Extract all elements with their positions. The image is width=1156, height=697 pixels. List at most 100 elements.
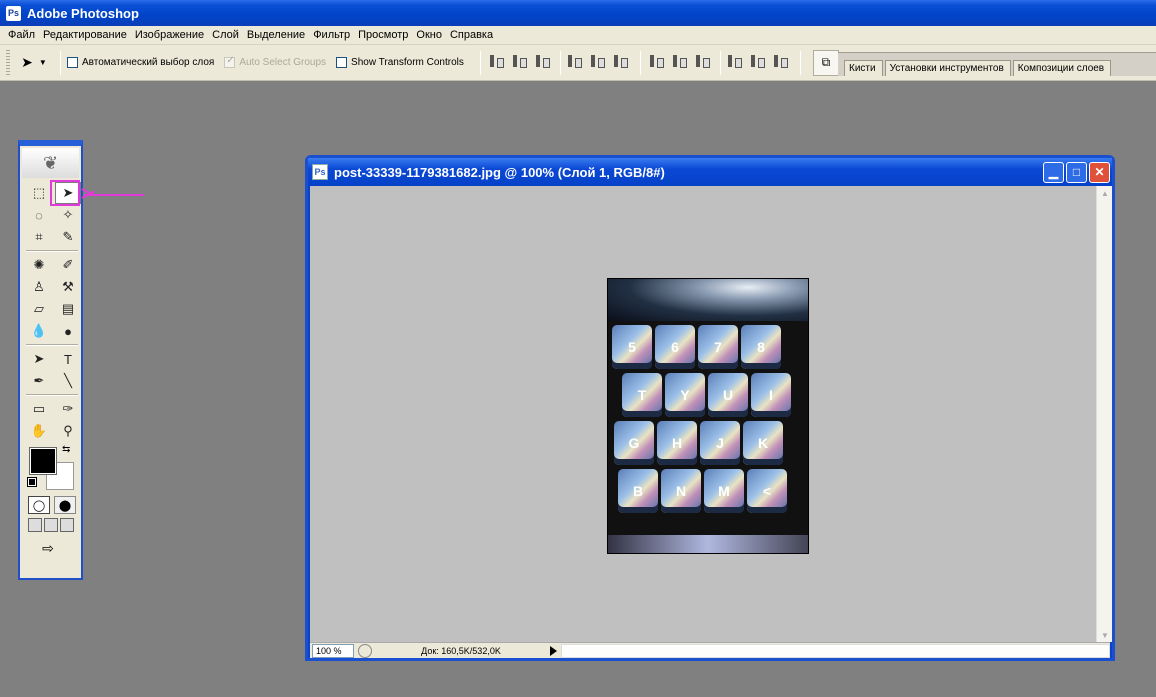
default-colors-icon[interactable] bbox=[27, 477, 37, 487]
palette-tab-brushes[interactable]: Кисти bbox=[844, 60, 883, 76]
healing-brush-tool-icon[interactable]: ✺ bbox=[26, 254, 52, 276]
photo-lens-area bbox=[608, 279, 808, 321]
full-screen-menu-mode-icon[interactable] bbox=[44, 518, 58, 532]
palette-tab-layer-comps[interactable]: Композиции слоев bbox=[1012, 60, 1112, 76]
tool-preset-picker[interactable]: ➤ ▼ bbox=[14, 50, 54, 76]
menu-help[interactable]: Справка bbox=[446, 29, 497, 41]
key: J bbox=[700, 421, 740, 465]
slice-tool-icon[interactable]: ✎ bbox=[55, 226, 81, 248]
quick-mask-mode-icon[interactable]: ⬤ bbox=[54, 496, 76, 514]
separator bbox=[799, 50, 801, 75]
document-titlebar[interactable]: Ps post-33339-1179381682.jpg @ 100% (Сло… bbox=[308, 158, 1112, 186]
hand-tool-icon[interactable]: ✋ bbox=[26, 420, 52, 442]
zoom-field[interactable]: 100 % bbox=[312, 643, 354, 658]
key: G bbox=[614, 421, 654, 465]
eraser-tool-icon[interactable]: ▱ bbox=[26, 298, 52, 320]
document-icon[interactable]: Ps bbox=[312, 164, 328, 180]
key: 7 bbox=[698, 325, 738, 369]
menu-image[interactable]: Изображение bbox=[131, 29, 208, 41]
canvas-area[interactable]: 5 6 7 8 T Y U I G H J K B N M < bbox=[310, 186, 1098, 642]
align-left-edges-icon[interactable] bbox=[565, 51, 585, 71]
key: Y bbox=[665, 373, 705, 417]
checkbox-box bbox=[67, 57, 78, 68]
horizontal-scrollbar[interactable] bbox=[561, 643, 1110, 658]
options-grip[interactable] bbox=[6, 49, 10, 76]
status-menu-arrow-icon[interactable] bbox=[550, 645, 557, 656]
menu-filter[interactable]: Фильтр bbox=[309, 29, 354, 41]
distribute-bottom-icon[interactable] bbox=[693, 51, 713, 71]
tool-separator bbox=[26, 250, 78, 252]
menu-layer[interactable]: Слой bbox=[208, 29, 243, 41]
pen-tool-icon[interactable]: ✒ bbox=[26, 370, 52, 392]
menu-select[interactable]: Выделение bbox=[243, 29, 309, 41]
menu-view[interactable]: Просмотр bbox=[354, 29, 412, 41]
eyedropper-tool-icon[interactable]: ✑ bbox=[55, 398, 81, 420]
align-right-edges-icon[interactable] bbox=[611, 51, 631, 71]
zoom-tool-icon[interactable]: ⚲ bbox=[55, 420, 81, 442]
show-transform-controls-checkbox[interactable]: Show Transform Controls bbox=[336, 57, 464, 68]
palette-well: Кисти Установки инструментов Композиции … bbox=[838, 52, 1156, 76]
distribute-right-icon[interactable] bbox=[771, 51, 791, 71]
marquee-tool-icon[interactable]: ⬚ bbox=[26, 182, 52, 204]
full-screen-mode-icon[interactable] bbox=[60, 518, 74, 532]
key: U bbox=[708, 373, 748, 417]
minimize-icon[interactable]: ▁ bbox=[1043, 161, 1064, 183]
scroll-down-icon[interactable]: ▼ bbox=[1097, 628, 1113, 642]
distribute-vcenter-icon[interactable] bbox=[670, 51, 690, 71]
close-icon[interactable]: ✕ bbox=[1089, 161, 1110, 183]
notes-tool-icon[interactable]: ▭ bbox=[26, 398, 52, 420]
keyboard-photo[interactable]: 5 6 7 8 T Y U I G H J K B N M < bbox=[607, 278, 809, 554]
align-horizontal-centers-icon[interactable] bbox=[588, 51, 608, 71]
file-browser-icon[interactable]: ⧉ bbox=[812, 49, 839, 76]
tool-separator bbox=[26, 394, 78, 396]
distribute-hcenter-icon[interactable] bbox=[748, 51, 768, 71]
separator bbox=[639, 50, 641, 75]
key-row: G H J K bbox=[608, 421, 808, 465]
auto-select-layer-label: Автоматический выбор слоя bbox=[82, 57, 215, 68]
clone-stamp-tool-icon[interactable]: ♙ bbox=[26, 276, 52, 298]
jump-to-imageready-icon[interactable]: ⇨ bbox=[30, 538, 66, 558]
menu-bar: Файл Редактирование Изображение Слой Выд… bbox=[0, 26, 1156, 45]
key: I bbox=[751, 373, 791, 417]
align-top-edges-icon[interactable] bbox=[487, 51, 507, 71]
maximize-icon[interactable]: □ bbox=[1066, 161, 1087, 183]
line-tool-icon[interactable]: ╲ bbox=[55, 370, 81, 392]
standard-screen-mode-icon[interactable] bbox=[28, 518, 42, 532]
status-info-icon[interactable] bbox=[358, 643, 372, 658]
menu-window[interactable]: Окно bbox=[412, 29, 446, 41]
distribute-left-icon[interactable] bbox=[725, 51, 745, 71]
align-vertical-centers-icon[interactable] bbox=[510, 51, 530, 71]
distribute-top-icon[interactable] bbox=[647, 51, 667, 71]
scroll-up-icon[interactable]: ▲ bbox=[1097, 186, 1113, 200]
auto-select-groups-label: Auto Select Groups bbox=[239, 57, 327, 68]
lasso-tool-icon[interactable]: ◌ bbox=[26, 204, 52, 226]
history-brush-tool-icon[interactable]: ⚒ bbox=[55, 276, 81, 298]
menu-file[interactable]: Файл bbox=[4, 29, 39, 41]
crop-tool-icon[interactable]: ⌗ bbox=[26, 226, 52, 248]
align-bottom-edges-icon[interactable] bbox=[533, 51, 553, 71]
standard-mode-icon[interactable]: ◯ bbox=[28, 496, 50, 514]
auto-select-layer-checkbox[interactable]: Автоматический выбор слоя bbox=[67, 57, 214, 68]
blur-tool-icon[interactable]: 💧 bbox=[26, 320, 52, 342]
brush-tool-icon[interactable]: ✐ bbox=[55, 254, 81, 276]
key-row: B N M < bbox=[608, 469, 808, 513]
auto-select-groups-checkbox: Auto Select Groups bbox=[224, 55, 327, 68]
dodge-tool-icon[interactable]: ● bbox=[55, 320, 81, 342]
magic-wand-tool-icon[interactable]: ✧ bbox=[55, 204, 81, 226]
menu-edit[interactable]: Редактирование bbox=[39, 29, 131, 41]
checkbox-box bbox=[224, 55, 236, 68]
type-tool-icon[interactable]: T bbox=[55, 348, 81, 370]
swap-colors-icon[interactable]: ⇆ bbox=[62, 444, 70, 455]
vertical-scrollbar[interactable]: ▲ ▼ bbox=[1096, 186, 1112, 642]
palette-tab-tool-presets[interactable]: Установки инструментов bbox=[884, 60, 1011, 76]
gradient-tool-icon[interactable]: ▤ bbox=[55, 298, 81, 320]
key: 5 bbox=[612, 325, 652, 369]
annotation-highlight-box bbox=[50, 180, 80, 206]
foreground-color-swatch[interactable] bbox=[29, 447, 57, 475]
key: H bbox=[657, 421, 697, 465]
feather-logo-icon[interactable]: ❦ bbox=[22, 148, 79, 178]
path-selection-tool-icon[interactable]: ➤ bbox=[26, 348, 52, 370]
document-window: Ps post-33339-1179381682.jpg @ 100% (Сло… bbox=[305, 155, 1115, 661]
key: N bbox=[661, 469, 701, 513]
quick-mask-modes: ◯ ⬤ bbox=[20, 496, 81, 514]
